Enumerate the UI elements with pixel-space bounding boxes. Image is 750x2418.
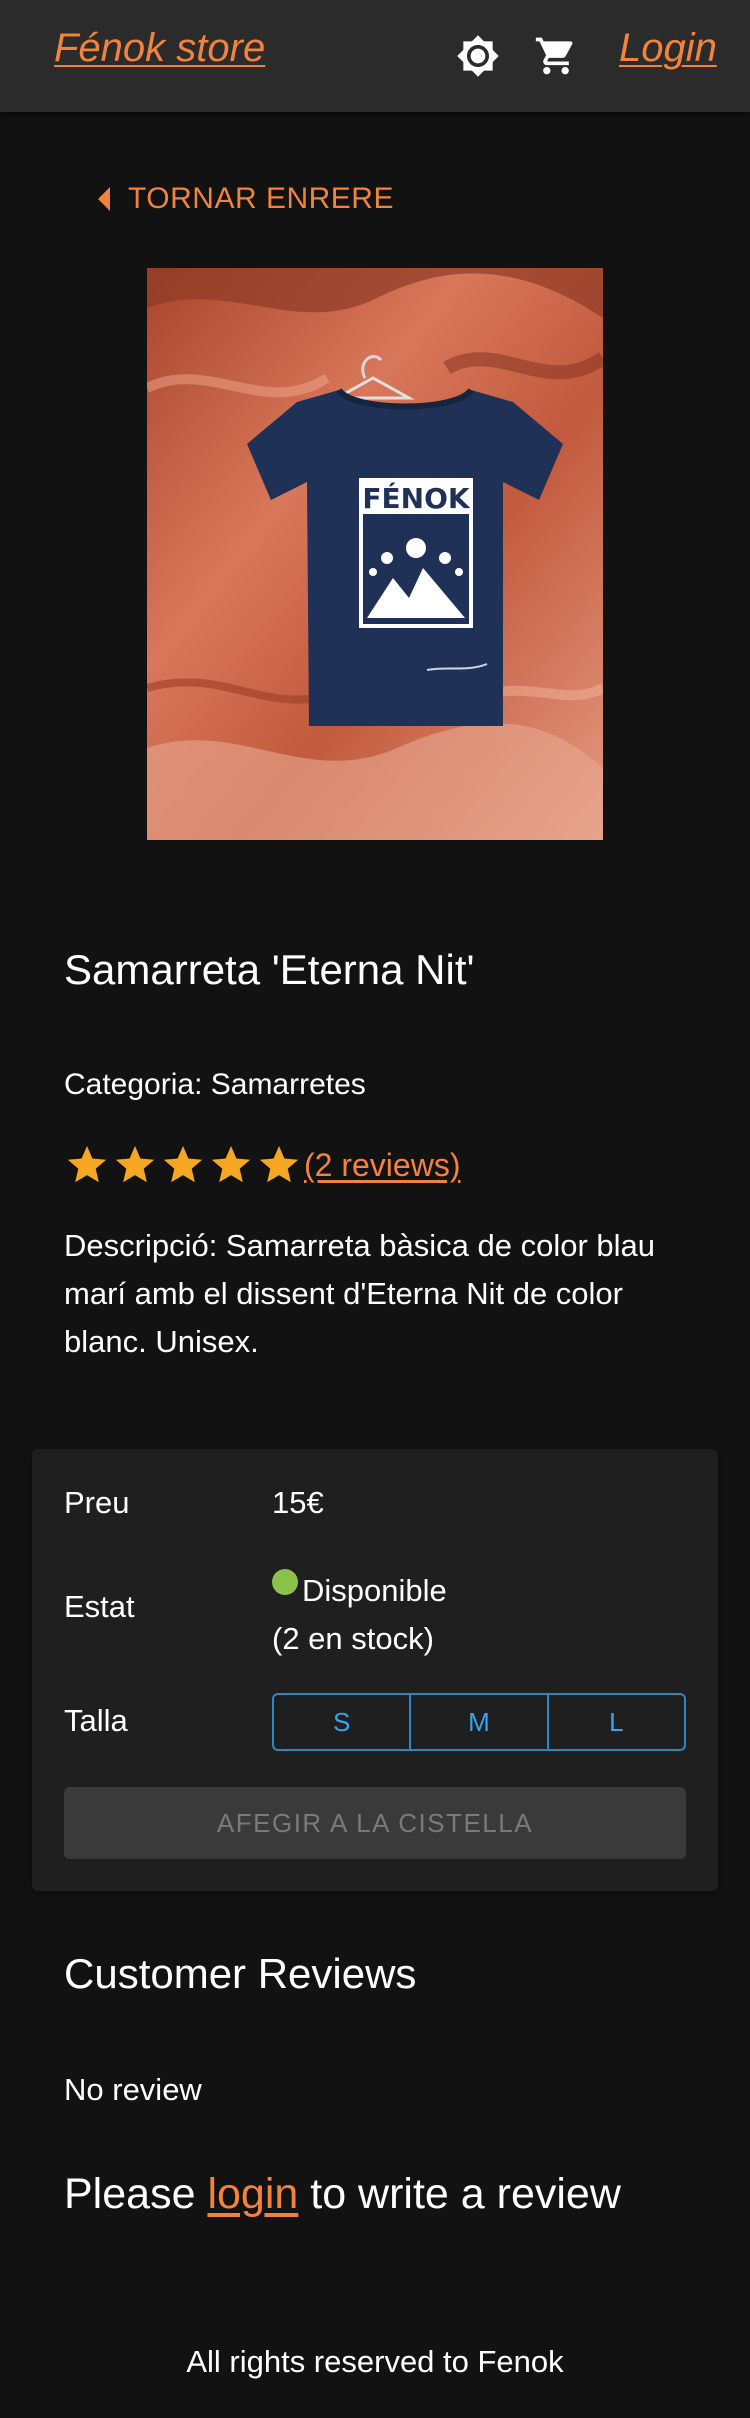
brightness-icon[interactable] (452, 30, 504, 82)
login-link[interactable]: Login (619, 26, 717, 71)
top-app-bar: Fénok store Login (0, 0, 750, 112)
stock-text: (2 en stock) (272, 1621, 434, 1656)
size-selector: S M L (272, 1693, 686, 1751)
no-review-text: No review (64, 2072, 202, 2107)
star-icon (115, 1145, 155, 1183)
back-label: TORNAR ENRERE (128, 182, 394, 215)
brand-link[interactable]: Fénok store (54, 26, 265, 71)
review-login-prompt: Please login to write a review (64, 2170, 621, 2219)
reviews-heading: Customer Reviews (64, 1950, 417, 1997)
product-description: Descripció: Samarreta bàsica de color bl… (64, 1228, 655, 1359)
add-to-cart-button[interactable]: AFEGIR A LA CISTELLA (64, 1787, 686, 1859)
size-option-l[interactable]: L (549, 1695, 684, 1749)
footer-text: All rights reserved to Fenok (186, 2344, 564, 2379)
star-icon (211, 1145, 251, 1183)
available-dot-icon (272, 1569, 298, 1595)
size-option-m[interactable]: M (411, 1695, 549, 1749)
star-icon (67, 1145, 107, 1183)
product-category: Categoria: Samarretes (64, 1068, 366, 1101)
price-label: Preu (64, 1485, 130, 1520)
status-label: Estat (64, 1589, 135, 1624)
caret-left-icon (98, 187, 110, 211)
product-image: FÉNOK (147, 268, 603, 840)
prompt-after: to write a review (298, 2170, 621, 2218)
reviews-count-link[interactable]: (2 reviews) (304, 1147, 460, 1184)
purchase-card: Preu 15€ Estat Disponible (2 en stock) T… (32, 1449, 718, 1891)
price-value: 15€ (272, 1485, 324, 1520)
product-title: Samarreta 'Eterna Nit' (64, 946, 475, 993)
star-icon (259, 1145, 299, 1183)
rating: (2 reviews) (64, 1142, 460, 1188)
prompt-before: Please (64, 2170, 208, 2218)
back-button[interactable]: TORNAR ENRERE (94, 182, 394, 216)
status-value: Disponible (2 en stock) (272, 1567, 447, 1663)
size-label: Talla (64, 1703, 128, 1738)
cart-icon[interactable] (530, 30, 582, 82)
star-icon (163, 1145, 203, 1183)
status-text: Disponible (302, 1573, 447, 1608)
size-option-s[interactable]: S (274, 1695, 412, 1749)
review-login-link[interactable]: login (207, 2170, 298, 2218)
print-text: FÉNOK (362, 481, 470, 515)
